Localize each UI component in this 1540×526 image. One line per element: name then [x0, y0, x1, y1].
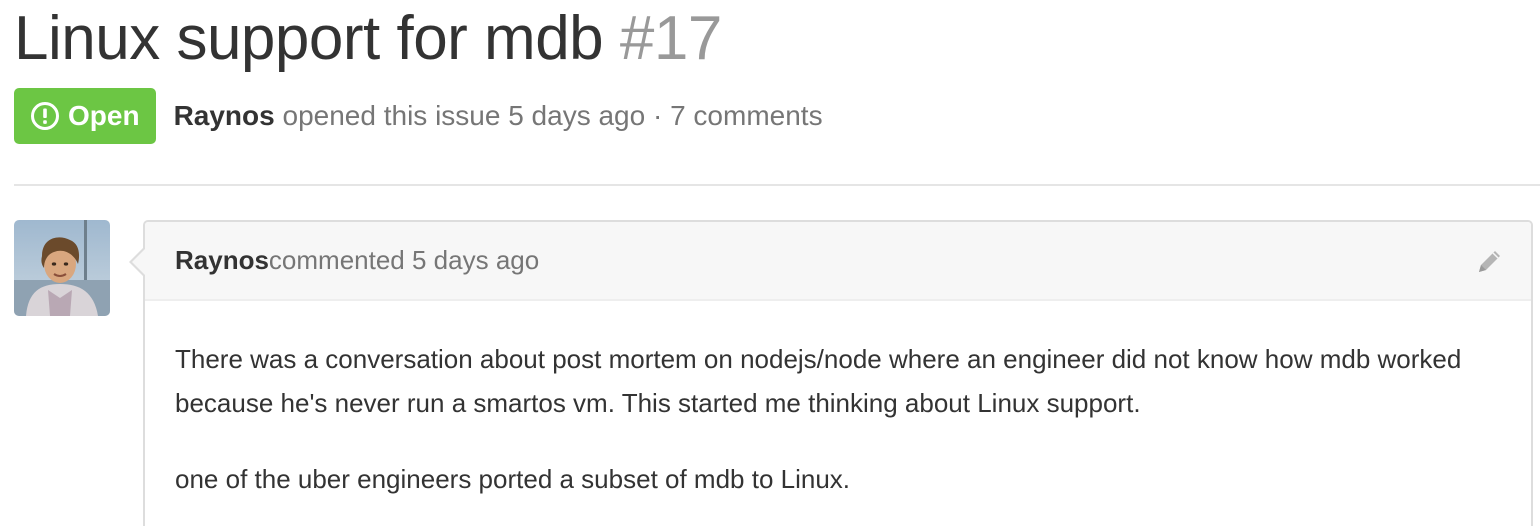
- comment-arrow-fill: [132, 248, 146, 276]
- comment-header: Raynos commented 5 days ago: [145, 222, 1531, 301]
- comment-box: Raynos commented 5 days ago There was a …: [129, 220, 1533, 526]
- issue-title-text: Linux support for mdb: [14, 4, 604, 73]
- issue-opened-text: opened this issue 5 days ago · 7 comment…: [274, 100, 823, 131]
- issue-opened-icon: [31, 102, 59, 130]
- avatar[interactable]: [14, 220, 110, 316]
- pencil-icon[interactable]: [1473, 246, 1505, 278]
- issue-number: #17: [619, 4, 722, 73]
- comment-paragraph: one of the uber engineers ported a subse…: [175, 464, 851, 494]
- comment-meta-text: commented 5 days ago: [268, 245, 540, 275]
- status-badge-label: Open: [68, 100, 140, 131]
- comment-paragraph: There was a conversation about post mort…: [175, 344, 1462, 418]
- issue-meta: Open Raynos opened this issue 5 days ago…: [14, 88, 823, 144]
- avatar-image: [14, 220, 110, 316]
- issue-author-link[interactable]: Raynos: [174, 100, 275, 131]
- header-divider: [14, 184, 1540, 186]
- issue-page: Linux support for mdb #17 Open Raynos op…: [0, 0, 1540, 526]
- issue-opened-info: Raynos opened this issue 5 days ago · 7 …: [174, 100, 823, 132]
- status-badge: Open: [14, 88, 156, 144]
- comment-author-link[interactable]: Raynos: [175, 245, 269, 276]
- comment-body: There was a conversation about post mort…: [145, 301, 1531, 501]
- issue-title: Linux support for mdb #17: [14, 2, 722, 76]
